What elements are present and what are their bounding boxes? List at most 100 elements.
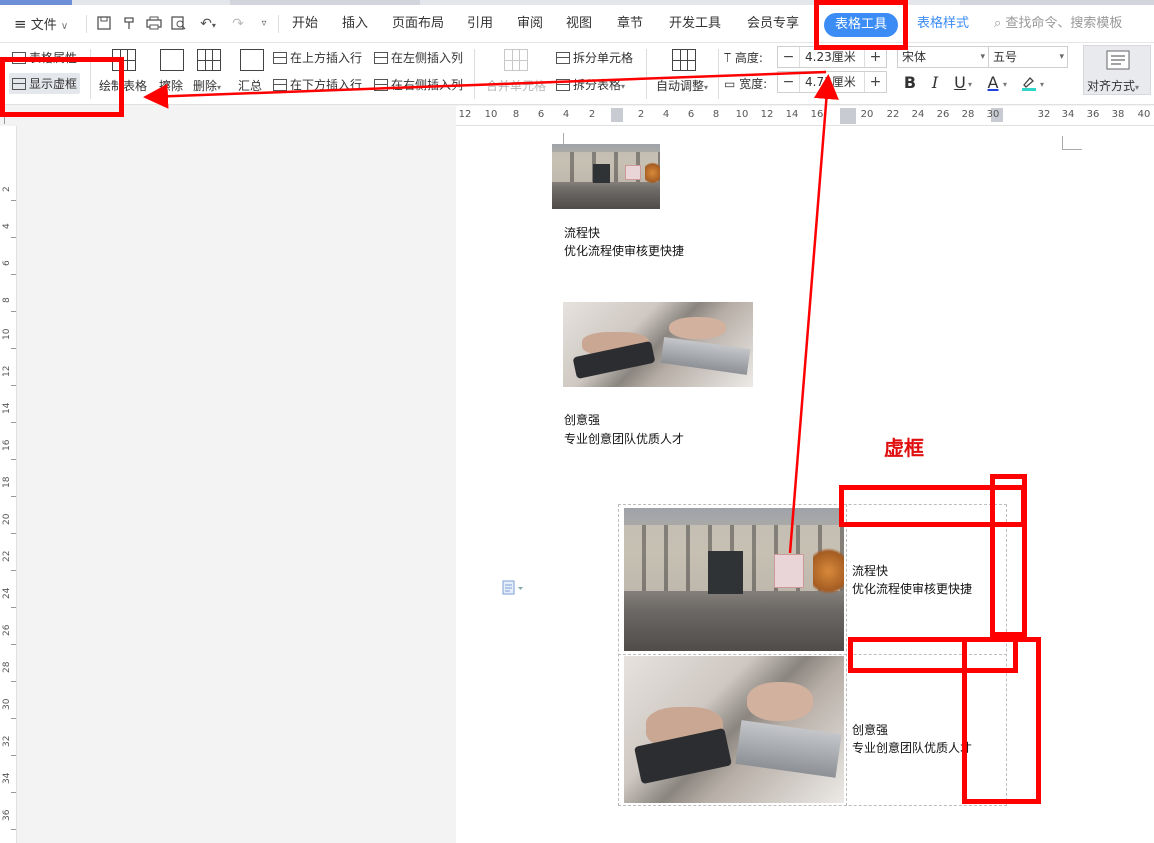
tab-view[interactable]: 视图 — [566, 5, 592, 43]
auto-adjust-icon — [672, 49, 696, 71]
ruler-label: 12 — [2, 365, 12, 377]
ruler-tick — [11, 607, 16, 608]
tab-developer-tools[interactable]: 开发工具 — [669, 5, 721, 43]
insert-row-above-button[interactable]: 在上方插入行 — [273, 49, 362, 66]
ruler-tick — [11, 422, 16, 423]
search-icon: ⌕ — [994, 16, 1002, 31]
ruler-label: 2 — [637, 109, 645, 120]
bold-button[interactable]: B — [900, 72, 920, 94]
vertical-ruler[interactable]: 2 4 6 8 10 12 14 16 18 20 22 24 26 28 30 32 34 36 — [0, 126, 17, 843]
ruler-margin-marker[interactable] — [611, 108, 623, 122]
ruler-label: 8 — [512, 109, 520, 120]
chevron-down-icon[interactable]: ▾ — [968, 80, 972, 89]
format-painter-icon[interactable] — [121, 16, 137, 32]
height-decrement-button[interactable]: − — [778, 47, 800, 67]
insert-column-right-button[interactable]: 在右侧插入列 — [374, 76, 463, 93]
business-image — [563, 302, 753, 387]
auto-adjust-label: 自动调整▾ — [656, 79, 709, 93]
file-menu[interactable]: ≡ 文件 ∨ — [14, 5, 68, 43]
search-box[interactable]: ⌕ 查找命令、搜索模板 — [994, 5, 1122, 43]
width-decrement-button[interactable]: − — [778, 72, 800, 92]
horizontal-ruler[interactable]: 12 10 8 6 4 2 2 4 6 8 10 12 14 16 20 22 24 26 28 30 32 34 36 38… — [456, 106, 1154, 126]
print-preview-icon[interactable] — [171, 16, 187, 32]
ruler-label: 32 — [2, 735, 12, 747]
width-spinner[interactable]: − 4.73厘米 + — [777, 71, 887, 93]
separator — [474, 49, 475, 99]
block1-title: 流程快 — [564, 226, 601, 240]
redo-icon[interactable]: ↷ — [230, 16, 246, 32]
font-family-value: 宋体 — [902, 50, 927, 64]
ruler-indent-marker[interactable] — [840, 108, 856, 124]
highlighter-icon — [1022, 77, 1036, 91]
merge-cells-label: 合并单元格 — [486, 79, 547, 93]
quick-access-more-icon[interactable]: ▿ — [256, 16, 272, 32]
italic-button[interactable]: I — [925, 72, 945, 94]
tab-start[interactable]: 开始 — [292, 5, 318, 43]
font-size-select[interactable]: 五号 ▾ — [988, 46, 1068, 68]
split-cells-button[interactable]: 拆分单元格 — [556, 49, 633, 66]
font-color-button[interactable]: A — [983, 72, 1003, 94]
ruler-label: 32 — [1037, 109, 1051, 120]
ruler-label: 26 — [936, 109, 950, 120]
tab-chapter[interactable]: 章节 — [617, 5, 643, 43]
ruler-label: 8 — [712, 109, 720, 120]
table-business-image — [624, 656, 844, 803]
document-page[interactable]: 流程快 优化流程使审核更快捷 创意强 专业创意团队优质人才 流程快 优化流程使审… — [456, 126, 1154, 843]
ruler-label: 24 — [2, 587, 12, 599]
ruler-label: 16 — [2, 439, 12, 451]
split-table-icon — [556, 79, 570, 91]
ruler-label: 26 — [2, 624, 12, 636]
width-increment-button[interactable]: + — [864, 72, 886, 92]
table-row1-subtitle: 优化流程使审核更快捷 — [852, 582, 973, 596]
ruler-tick — [11, 533, 16, 534]
highlight-button[interactable] — [1020, 74, 1038, 92]
width-icon: ▭ — [724, 77, 740, 91]
tab-insert[interactable]: 插入 — [342, 5, 368, 43]
annotation-box-show-gridlines — [0, 57, 124, 117]
height-input[interactable]: 4.23厘米 — [802, 47, 862, 67]
font-family-select[interactable]: 宋体 ▾ — [897, 46, 989, 68]
height-increment-button[interactable]: + — [864, 47, 886, 67]
ruler-tick — [11, 311, 16, 312]
align-label: 对齐方式▾ — [1087, 79, 1140, 93]
ruler-label: 12 — [458, 109, 472, 120]
ruler-label: 28 — [2, 661, 12, 673]
ruler-tick — [11, 792, 16, 793]
insert-column-left-button[interactable]: 在左侧插入列 — [374, 49, 463, 66]
annotation-box-gridline — [990, 474, 1027, 637]
ruler-label: 36 — [1086, 109, 1100, 120]
ruler-label: 6 — [2, 260, 12, 266]
tab-references[interactable]: 引用 — [467, 5, 493, 43]
split-table-button[interactable]: 拆分表格▾ — [556, 76, 625, 93]
store-image — [552, 144, 660, 209]
align-button[interactable]: 对齐方式▾ — [1083, 45, 1151, 95]
ruler-tick — [11, 385, 16, 386]
insert-row-below-button[interactable]: 在下方插入行 — [273, 76, 362, 93]
chevron-down-icon: ▾ — [1059, 52, 1064, 62]
insert-row-above-icon — [273, 52, 287, 64]
ruler-label: 34 — [2, 772, 12, 784]
ruler-label: 22 — [2, 550, 12, 562]
ruler-tick — [11, 496, 16, 497]
ruler-label: 14 — [785, 109, 799, 120]
chevron-down-icon[interactable]: ▾ — [1040, 80, 1044, 89]
tab-review[interactable]: 审阅 — [517, 5, 543, 43]
width-input[interactable]: 4.73厘米 — [802, 72, 862, 92]
tab-table-style[interactable]: 表格样式 — [917, 5, 969, 43]
split-cells-icon — [556, 52, 570, 64]
paragraph-options-icon[interactable] — [502, 580, 524, 596]
align-icon — [1106, 50, 1130, 70]
undo-icon[interactable]: ↶▾ — [196, 16, 220, 32]
ruler-tick — [11, 459, 16, 460]
separator — [646, 49, 647, 99]
margin-corner-marker — [1062, 136, 1082, 150]
tab-page-layout[interactable]: 页面布局 — [392, 5, 444, 43]
ruler-label: 38 — [1111, 109, 1125, 120]
save-icon[interactable] — [96, 16, 112, 32]
chevron-down-icon[interactable]: ▾ — [1003, 80, 1007, 89]
tab-member[interactable]: 会员专享 — [747, 5, 799, 43]
print-icon[interactable] — [146, 16, 162, 32]
ruler-tick — [11, 274, 16, 275]
underline-button[interactable]: U — [950, 72, 970, 94]
summary-icon — [240, 49, 264, 71]
